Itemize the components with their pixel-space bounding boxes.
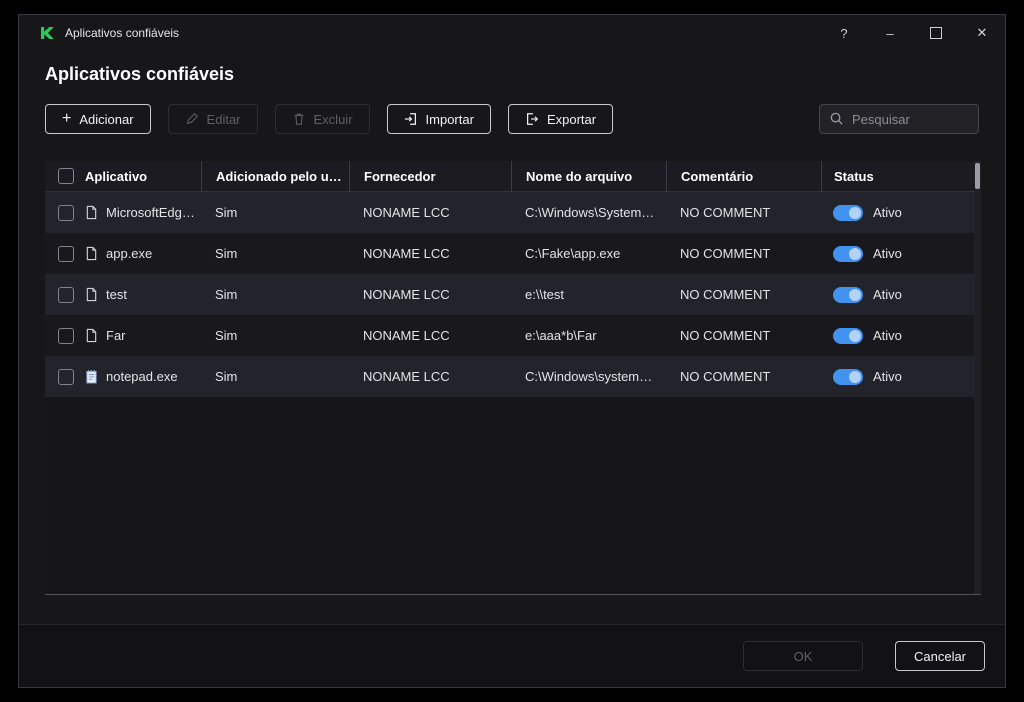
app-name: MicrosoftEdg… [106, 205, 195, 220]
column-header-fornecedor[interactable]: Fornecedor [349, 161, 511, 191]
toolbar: + Adicionar Editar Excluir Importar Ex [45, 104, 979, 134]
page-title: Aplicativos confiáveis [45, 64, 1005, 85]
window-controls: ? – ✕ [821, 15, 1005, 51]
status-toggle[interactable] [833, 287, 863, 303]
vendor-cell: NONAME LCC [349, 356, 511, 397]
comment-cell: NO COMMENT [666, 315, 821, 356]
table-row[interactable]: app.exe Sim NONAME LCC C:\Fake\app.exe N… [45, 233, 981, 274]
vendor-cell: NONAME LCC [349, 233, 511, 274]
help-button[interactable]: ? [821, 15, 867, 51]
comment-cell: NO COMMENT [666, 356, 821, 397]
column-header-comentario[interactable]: Comentário [666, 161, 821, 191]
vendor-cell: NONAME LCC [349, 315, 511, 356]
column-header-nome-do-arquivo[interactable]: Nome do arquivo [511, 161, 666, 191]
export-button-label: Exportar [547, 112, 596, 127]
status-label: Ativo [873, 205, 902, 220]
status-toggle[interactable] [833, 246, 863, 262]
toggle-knob [849, 207, 861, 219]
table-scrollbar[interactable] [974, 161, 981, 594]
file-path-cell: e:\aaa*b\Far [511, 315, 666, 356]
close-button[interactable]: ✕ [959, 15, 1005, 51]
toggle-knob [849, 289, 861, 301]
file-icon [85, 328, 98, 343]
trusted-apps-window: Aplicativos confiáveis ? – ✕ Aplicativos… [18, 14, 1006, 688]
footer: OK Cancelar [19, 624, 1005, 687]
added-by-user-cell: Sim [201, 274, 349, 315]
cancel-button[interactable]: Cancelar [895, 641, 985, 671]
plus-icon: + [62, 111, 71, 127]
delete-button-label: Excluir [314, 112, 353, 127]
pencil-icon [185, 112, 199, 126]
column-header-aplicativo[interactable]: Aplicativo [85, 161, 201, 191]
edit-button[interactable]: Editar [168, 104, 258, 134]
file-icon [85, 205, 98, 220]
file-path-cell: e:\\test [511, 274, 666, 315]
table-row[interactable]: notepad.exe Sim NONAME LCC C:\Windows\sy… [45, 356, 981, 397]
select-all-checkbox[interactable] [58, 168, 74, 184]
added-by-user-cell: Sim [201, 192, 349, 233]
vendor-cell: NONAME LCC [349, 274, 511, 315]
ok-button[interactable]: OK [743, 641, 863, 671]
toggle-knob [849, 248, 861, 260]
table-row[interactable]: test Sim NONAME LCC e:\\test NO COMMENT … [45, 274, 981, 315]
vendor-cell: NONAME LCC [349, 192, 511, 233]
table-row[interactable]: Far Sim NONAME LCC e:\aaa*b\Far NO COMME… [45, 315, 981, 356]
trusted-apps-table: Aplicativo Adicionado pelo u… Fornecedor… [45, 161, 981, 595]
import-button-label: Importar [426, 112, 474, 127]
table-body: MicrosoftEdg… Sim NONAME LCC C:\Windows\… [45, 192, 981, 397]
file-path-cell: C:\Fake\app.exe [511, 233, 666, 274]
export-button[interactable]: Exportar [508, 104, 613, 134]
added-by-user-cell: Sim [201, 233, 349, 274]
export-icon [525, 112, 539, 126]
column-header-status[interactable]: Status [821, 161, 981, 191]
status-toggle[interactable] [833, 328, 863, 344]
kaspersky-logo-icon [39, 25, 55, 41]
trash-icon [292, 112, 306, 126]
file-path-cell: C:\Windows\System… [511, 192, 666, 233]
edit-button-label: Editar [207, 112, 241, 127]
window-title: Aplicativos confiáveis [65, 26, 179, 40]
table-row[interactable]: MicrosoftEdg… Sim NONAME LCC C:\Windows\… [45, 192, 981, 233]
app-name: Far [106, 328, 126, 343]
row-checkbox[interactable] [58, 369, 74, 385]
app-name: test [106, 287, 127, 302]
file-icon [85, 287, 98, 302]
toggle-knob [849, 330, 861, 342]
added-by-user-cell: Sim [201, 315, 349, 356]
app-name: notepad.exe [106, 369, 178, 384]
status-label: Ativo [873, 287, 902, 302]
import-button[interactable]: Importar [387, 104, 491, 134]
toggle-knob [849, 371, 861, 383]
import-icon [404, 112, 418, 126]
status-label: Ativo [873, 369, 902, 384]
file-icon [85, 369, 98, 384]
comment-cell: NO COMMENT [666, 192, 821, 233]
maximize-button[interactable] [913, 15, 959, 51]
app-name: app.exe [106, 246, 152, 261]
file-icon [85, 246, 98, 261]
row-checkbox[interactable] [58, 246, 74, 262]
comment-cell: NO COMMENT [666, 233, 821, 274]
add-button[interactable]: + Adicionar [45, 104, 151, 134]
row-checkbox[interactable] [58, 205, 74, 221]
status-toggle[interactable] [833, 369, 863, 385]
file-path-cell: C:\Windows\system… [511, 356, 666, 397]
minimize-button[interactable]: – [867, 15, 913, 51]
search-icon [829, 111, 844, 126]
maximize-icon [930, 27, 942, 39]
titlebar: Aplicativos confiáveis ? – ✕ [19, 15, 1005, 51]
delete-button[interactable]: Excluir [275, 104, 370, 134]
table-header: Aplicativo Adicionado pelo u… Fornecedor… [45, 161, 981, 192]
add-button-label: Adicionar [79, 112, 133, 127]
status-label: Ativo [873, 246, 902, 261]
status-toggle[interactable] [833, 205, 863, 221]
row-checkbox[interactable] [58, 287, 74, 303]
search-box [819, 104, 979, 134]
scrollbar-thumb[interactable] [975, 163, 980, 189]
comment-cell: NO COMMENT [666, 274, 821, 315]
row-checkbox[interactable] [58, 328, 74, 344]
added-by-user-cell: Sim [201, 356, 349, 397]
column-header-adicionado[interactable]: Adicionado pelo u… [201, 161, 349, 191]
status-label: Ativo [873, 328, 902, 343]
